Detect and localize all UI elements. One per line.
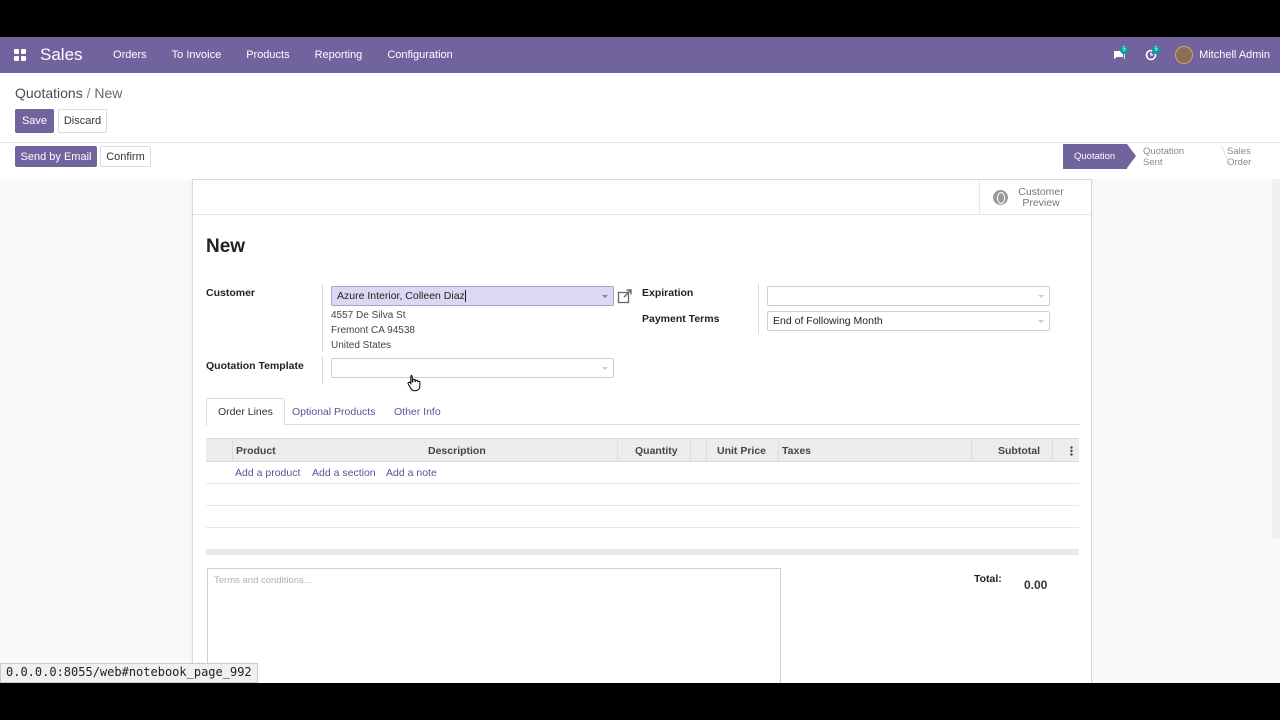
confirm-button[interactable]: Confirm	[100, 146, 151, 167]
stage-quotation-sent[interactable]: Quotation Sent	[1127, 144, 1211, 169]
hand-cursor-icon	[407, 375, 421, 392]
add-product-link[interactable]: Add a product	[235, 467, 300, 479]
status-bar: Quotation Quotation Sent Sales Order	[1063, 144, 1280, 169]
template-dropdown-icon[interactable]	[602, 367, 608, 370]
tab-order-lines[interactable]: Order Lines	[206, 398, 285, 426]
breadcrumb-quotations[interactable]: Quotations	[15, 85, 83, 101]
activity-clock-icon[interactable]: 5	[1135, 37, 1167, 73]
expiration-dropdown-icon[interactable]	[1038, 295, 1044, 298]
customer-preview-button[interactable]: Customer Preview	[979, 180, 1091, 215]
column-product[interactable]: Product	[236, 439, 276, 462]
divider	[322, 356, 323, 384]
table-footer-divider	[206, 549, 1079, 555]
status-row: Send by Email Confirm Quotation Quotatio…	[0, 142, 1280, 179]
payment-terms-label: Payment Terms	[642, 313, 720, 325]
column-unit-price[interactable]: Unit Price	[717, 439, 766, 462]
activities-badge: 5	[1152, 46, 1161, 54]
quotation-template-input[interactable]	[331, 358, 614, 378]
top-navbar: Sales Orders To Invoice Products Reporti…	[0, 37, 1280, 73]
customer-input-value: Azure Interior, Colleen Diaz	[337, 290, 465, 302]
breadcrumb-current: New	[94, 85, 123, 101]
column-subtotal[interactable]: Subtotal	[998, 439, 1040, 462]
menu-products[interactable]: Products	[234, 49, 302, 61]
customer-input[interactable]: Azure Interior, Colleen Diaz	[331, 286, 614, 306]
user-menu[interactable]: Mitchell Admin	[1199, 49, 1270, 61]
user-avatar[interactable]	[1175, 46, 1194, 64]
total-value: 0.00	[1024, 578, 1048, 592]
send-by-email-button[interactable]: Send by Email	[15, 146, 97, 167]
notebook-tabs: Order Lines Optional Products Other Info	[206, 398, 1080, 426]
address-country: United States	[331, 340, 392, 351]
expiration-label: Expiration	[642, 287, 694, 299]
tab-other-info[interactable]: Other Info	[383, 398, 452, 425]
menu-reporting[interactable]: Reporting	[302, 49, 375, 61]
external-link-icon[interactable]	[617, 288, 633, 304]
payment-terms-value: End of Following Month	[773, 315, 883, 327]
stage-sales-order[interactable]: Sales Order	[1211, 144, 1280, 169]
address-city: Fremont CA 94538	[331, 325, 415, 336]
total-label: Total:	[974, 573, 1002, 585]
app-name[interactable]: Sales	[40, 45, 83, 65]
add-note-link[interactable]: Add a note	[386, 467, 437, 479]
payment-terms-dropdown-icon[interactable]	[1038, 320, 1044, 323]
menu-configuration[interactable]: Configuration	[375, 49, 465, 61]
terms-and-conditions-input[interactable]: Terms and conditions...	[207, 568, 781, 683]
expiration-input[interactable]	[767, 286, 1050, 306]
apps-menu-icon[interactable]	[0, 37, 40, 73]
table-row: Add a product Add a section Add a note	[206, 462, 1079, 484]
customer-address: 4557 De Silva St Fremont CA 94538 United…	[331, 308, 415, 353]
tab-optional-products[interactable]: Optional Products	[281, 398, 386, 425]
column-options-icon[interactable]	[1070, 439, 1073, 462]
discard-button[interactable]: Discard	[58, 109, 107, 133]
record-title: New	[206, 236, 246, 257]
table-row	[206, 506, 1079, 528]
customer-dropdown-icon[interactable]	[602, 295, 608, 298]
terms-placeholder: Terms and conditions...	[214, 575, 312, 586]
add-section-link[interactable]: Add a section	[312, 467, 376, 479]
quotation-template-label: Quotation Template	[206, 360, 304, 372]
payment-terms-input[interactable]: End of Following Month	[767, 311, 1050, 331]
customer-label: Customer	[206, 287, 256, 299]
smart-button-box: Customer Preview	[193, 180, 1091, 215]
breadcrumb: Quotations / New	[15, 85, 122, 101]
save-button[interactable]: Save	[15, 109, 54, 133]
order-lines-header: Product Description Quantity Unit Price …	[206, 438, 1079, 462]
page-scrollbar[interactable]	[1272, 179, 1280, 539]
column-quantity[interactable]: Quantity	[635, 439, 678, 462]
table-row	[206, 484, 1079, 506]
divider	[758, 284, 759, 334]
divider	[322, 284, 323, 352]
browser-viewport: Sales Orders To Invoice Products Reporti…	[0, 37, 1280, 683]
column-taxes[interactable]: Taxes	[782, 439, 811, 462]
messaging-icon[interactable]: 5	[1103, 37, 1135, 73]
address-street: 4557 De Silva St	[331, 310, 406, 321]
browser-status-url: 0.0.0.0:8055/web#notebook_page_992	[0, 663, 258, 683]
breadcrumb-separator: /	[82, 85, 95, 101]
column-description[interactable]: Description	[428, 439, 486, 462]
messages-badge: 5	[1120, 46, 1129, 54]
stage-quotation[interactable]: Quotation	[1063, 144, 1136, 169]
control-panel: Quotations / New Save Discard Send by Em…	[0, 73, 1280, 179]
customer-preview-label: Customer Preview	[1018, 185, 1064, 209]
globe-icon	[993, 190, 1008, 205]
menu-orders[interactable]: Orders	[101, 49, 160, 61]
form-sheet: Customer Preview New Customer Azure Inte…	[192, 179, 1092, 683]
menu-to-invoice[interactable]: To Invoice	[159, 49, 234, 61]
